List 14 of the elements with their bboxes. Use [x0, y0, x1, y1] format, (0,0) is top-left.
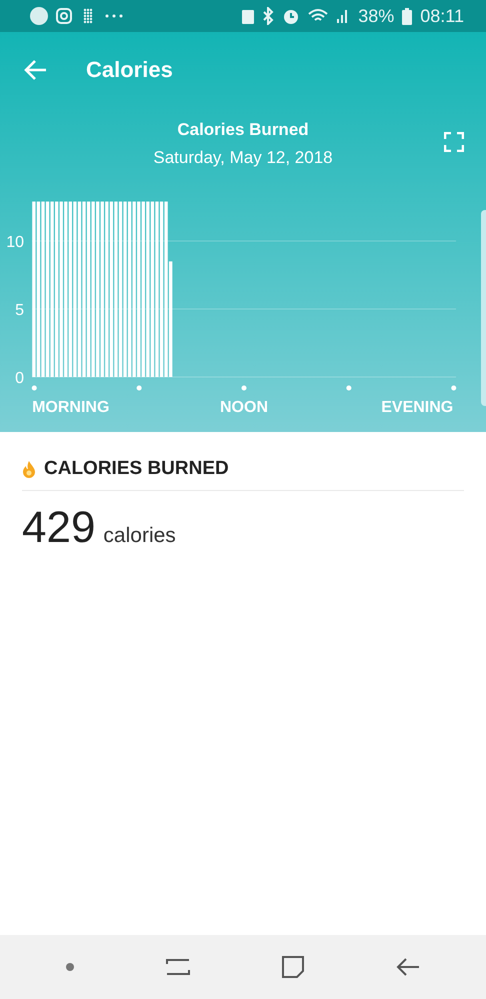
- y-axis-label: 10: [6, 234, 24, 251]
- battery-percent: 38%: [358, 6, 394, 26]
- x-axis-label: MORNING: [32, 399, 110, 416]
- x-axis-label: EVENING: [381, 399, 454, 416]
- section-heading: CALORIES BURNED: [44, 458, 229, 480]
- x-axis-label: NOON: [220, 399, 268, 416]
- screen-title: Calories: [86, 57, 173, 83]
- chart-title: Calories Burned: [177, 120, 309, 140]
- calorie-total: 429: [22, 503, 96, 553]
- clock: 08:11: [420, 6, 464, 26]
- y-axis-label: 5: [15, 302, 24, 319]
- chart-date: Saturday, May 12, 2018: [153, 148, 333, 168]
- y-axis-label: 0: [15, 370, 24, 387]
- calorie-unit: calories: [103, 524, 176, 548]
